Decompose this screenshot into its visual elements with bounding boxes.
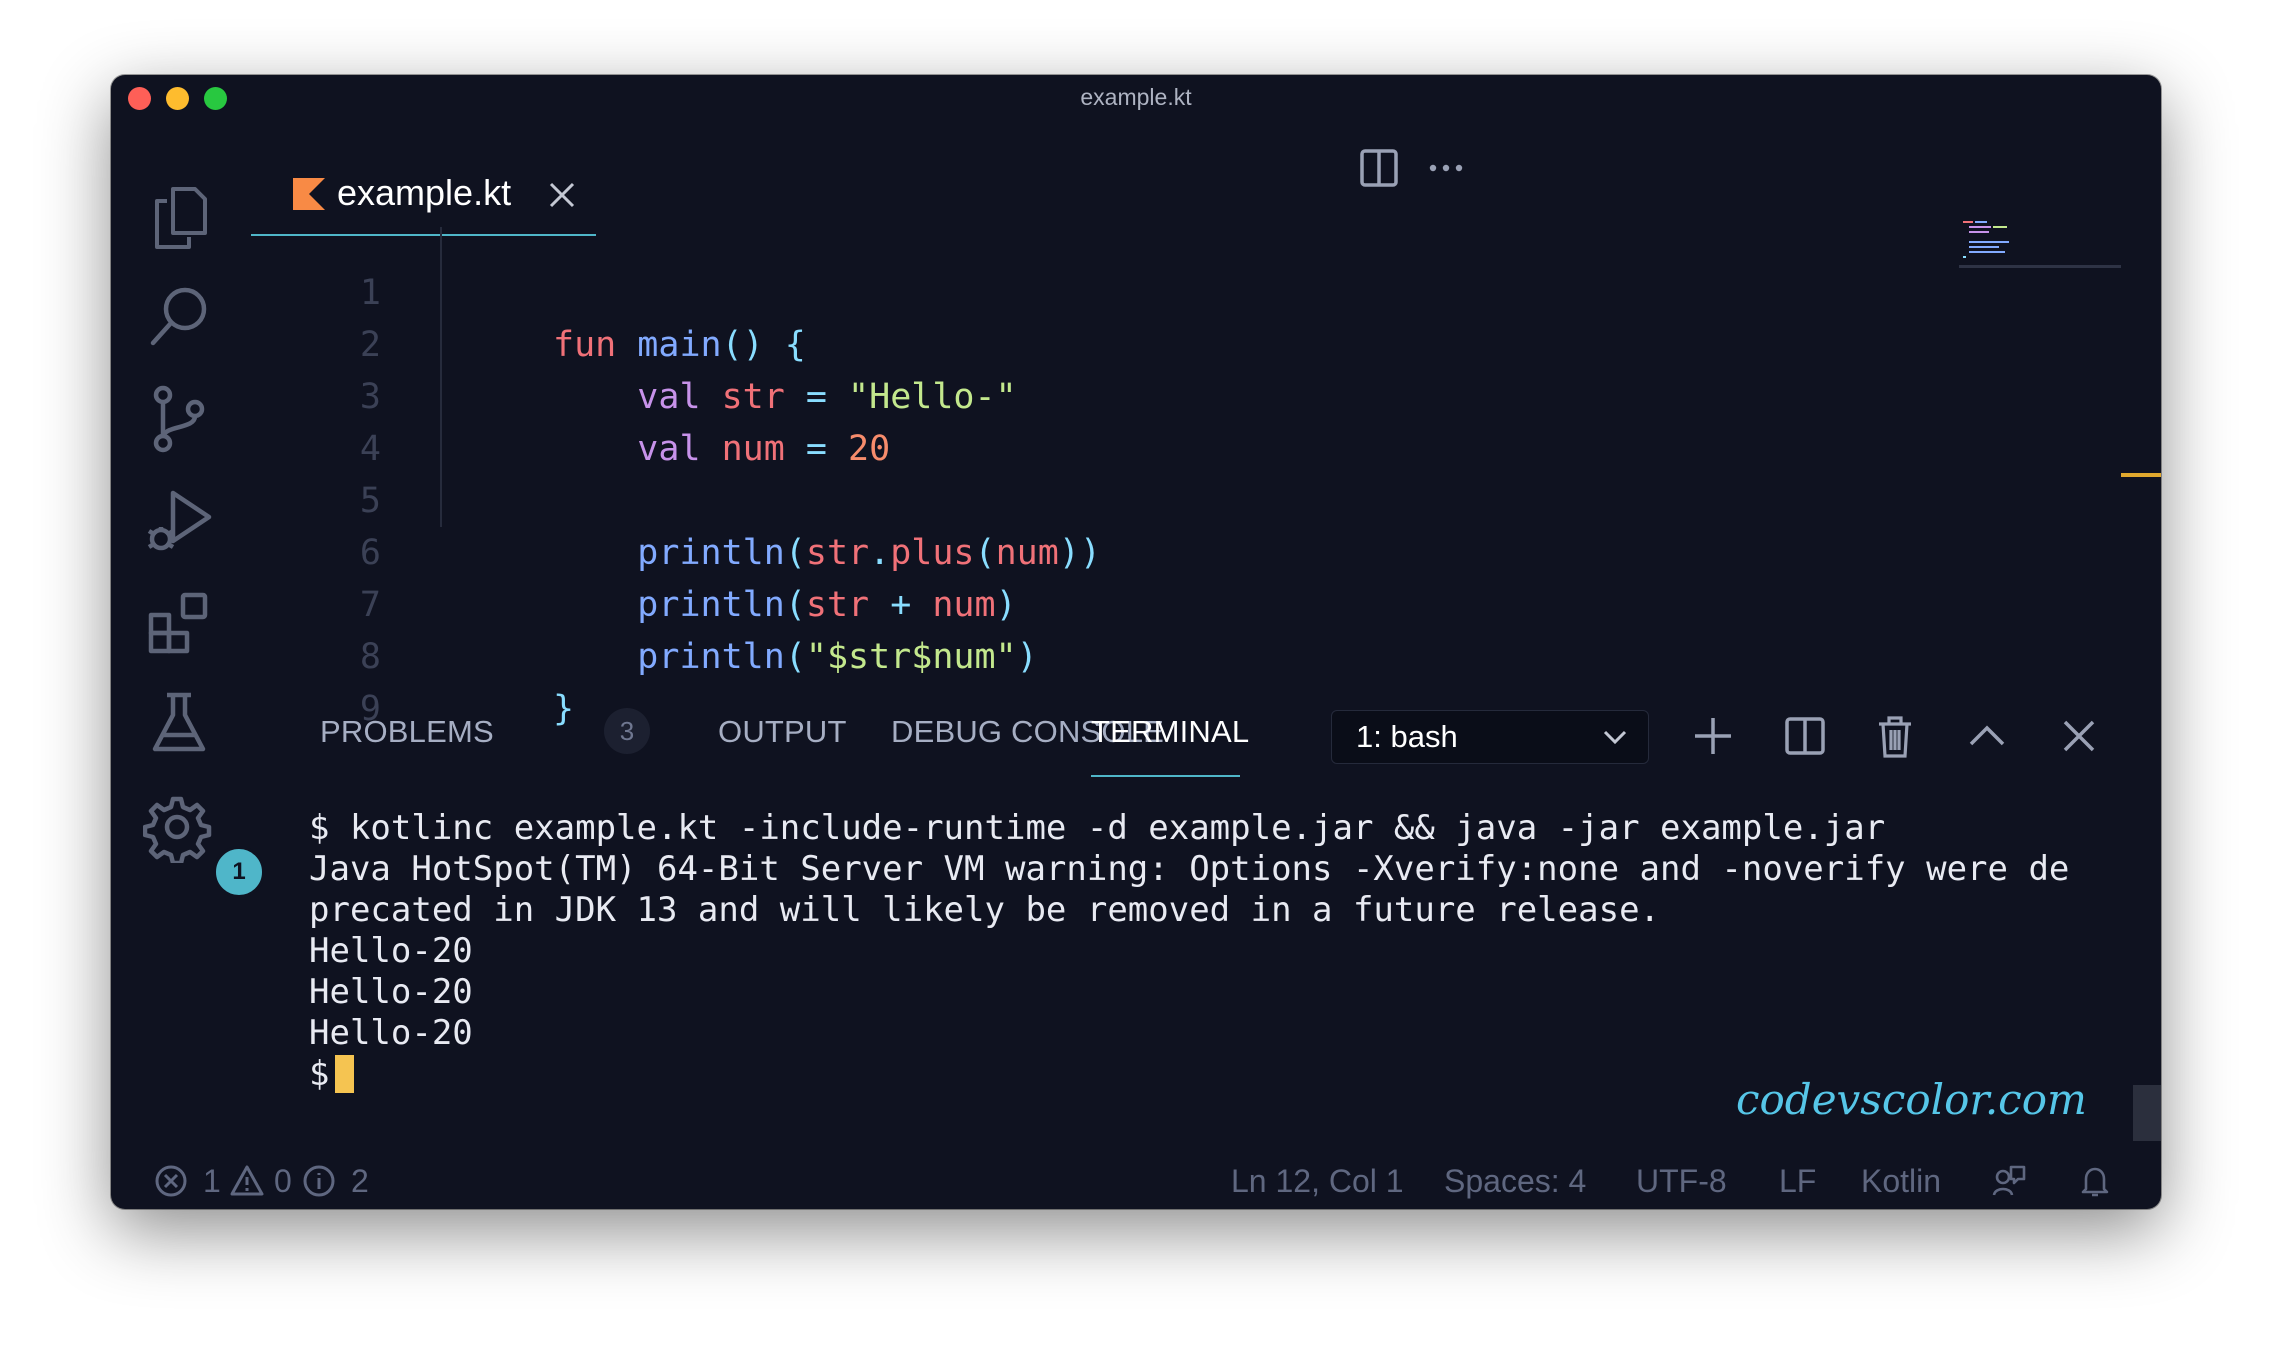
code-editor[interactable]: 1 fun main() { 2 val str = "Hello-" 3 va… [311,215,1911,729]
code-line-7: 7 println("$str$num") [311,527,1911,677]
terminal-line: $ kotlinc example.kt -include-runtime -d… [309,808,1886,848]
terminal-line: Hello-20 [309,1013,473,1053]
terminal-line: Java HotSpot(TM) 64-Bit Server VM warnin… [309,849,2070,889]
terminal-cursor [335,1055,355,1093]
panel-tab-bar: PROBLEMS 3 OUTPUT DEBUG CONSOLE TERMINAL [306,700,2146,760]
tab-output[interactable]: OUTPUT [718,714,847,750]
cursor-position[interactable]: Ln 12, Col 1 [1231,1161,1404,1201]
split-terminal-icon[interactable] [1781,712,1829,760]
tab-problems[interactable]: PROBLEMS [320,714,494,750]
terminal-prompt: $ [309,1054,330,1094]
status-bar: 1 0 2 Ln 12, Col 1 Spaces: 4 UTF-8 LF Ko… [111,1151,2161,1209]
chevron-up-icon[interactable] [1963,712,2011,760]
code-line-8: 8 } [311,579,1911,729]
title-bar: example.kt [111,75,2161,121]
search-icon[interactable] [143,281,215,353]
close-panel-icon[interactable] [2055,712,2103,760]
terminal-shell-select[interactable]: 1: bash [1331,710,1649,764]
code-line-3: 3 val num = 20 [311,319,1911,469]
testing-flask-icon[interactable] [143,687,215,759]
problems-count-badge: 3 [604,708,650,754]
trash-icon[interactable] [1871,712,1919,760]
end-of-line[interactable]: LF [1779,1161,1816,1201]
chevron-down-icon [1603,730,1627,745]
vscode-window: example.kt 1 example.kt 1 fun main() {2… [111,75,2161,1209]
code-line-2: 2 val str = "Hello-" [311,267,1911,417]
close-tab-icon[interactable] [547,180,577,210]
terminal-line: precated in JDK 13 and will likely be re… [309,890,1661,930]
error-icon[interactable] [153,1163,189,1199]
settings-gear-icon[interactable]: 1 [142,791,265,898]
indentation[interactable]: Spaces: 4 [1444,1161,1586,1201]
window-title: example.kt [1080,84,1192,110]
minimap[interactable] [1959,217,2129,267]
encoding[interactable]: UTF-8 [1636,1161,1727,1201]
more-actions-icon[interactable] [1421,143,1471,193]
code-line-4: 4 [311,371,1911,469]
terminal-output[interactable]: $ kotlinc example.kt -include-runtime -d… [309,808,2099,1095]
source-control-icon[interactable] [143,383,215,455]
language-mode[interactable]: Kotlin [1861,1161,1941,1201]
files-icon[interactable] [143,181,215,253]
run-debug-icon[interactable] [143,483,215,555]
tab-problems-label: PROBLEMS [320,714,494,749]
info-icon[interactable] [301,1163,337,1199]
tab-label: example.kt [337,172,512,213]
split-editor-icon[interactable] [1354,143,1404,193]
kotlin-icon [293,178,325,210]
info-count[interactable]: 2 [351,1161,369,1201]
tab-terminal[interactable]: TERMINAL [1091,714,1249,750]
terminal-scrollbar[interactable] [2133,1085,2161,1141]
watermark: codevscolor.com [1736,1075,2087,1124]
feedback-icon[interactable] [1991,1163,2027,1199]
shell-select-value: 1: bash [1356,719,1458,754]
code-line-5: 5 println(str.plus(num)) [311,423,1911,573]
code-line-1: 1 fun main() { [311,215,1911,365]
code-line-9: 9 [311,631,1911,729]
terminal-line: Hello-20 [309,931,473,971]
new-terminal-plus-icon[interactable] [1689,712,1737,760]
code-line-6: 6 println(str + num) [311,475,1911,625]
activity-bar: 1 [111,121,265,1151]
terminal-line: Hello-20 [309,972,473,1012]
warning-count[interactable]: 0 [274,1161,292,1201]
minimap-slider[interactable] [1959,265,2121,268]
error-count[interactable]: 1 [203,1161,221,1201]
settings-badge: 1 [213,846,265,898]
overview-ruler-marker [2121,473,2161,477]
extensions-icon[interactable] [143,585,215,657]
active-tab-indicator [1091,775,1240,777]
warning-icon[interactable] [229,1163,265,1199]
notifications-bell-icon[interactable] [2077,1163,2113,1199]
